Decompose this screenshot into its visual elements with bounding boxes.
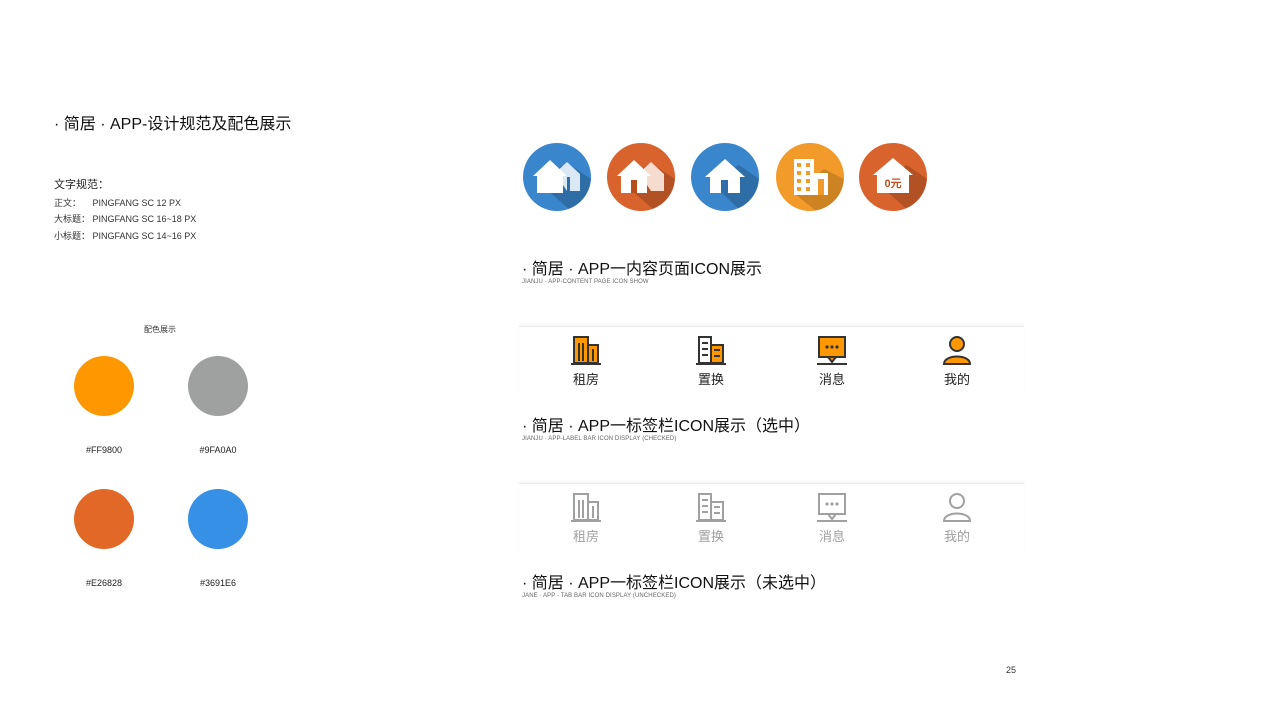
tab-message[interactable]: 消息 [792,333,872,388]
tab-profile[interactable]: 我的 [917,490,997,545]
house-icon [691,143,759,211]
color-code-orange: #FF9800 [85,445,123,455]
page-title: · 简居 · APP-设计规范及配色展示 [54,116,292,133]
content-icon-subtitle: JIANJU · APP-CONTENT PAGE ICON SHOW [522,279,649,285]
color-code-blue: #3691E6 [199,578,237,588]
tab-bar-unchecked: 租房 置换 消息 我的 [519,483,1024,554]
text-spec-heading: 文字规范： [54,179,109,191]
tab-checked-subtitle: JIANJU · APP-LABEL BAR ICON DISPLAY (CHE… [522,436,677,442]
spec-value: PINGFANG SC 14~16 PX [92,231,197,241]
tab-unchecked-subtitle: JANE · APP - TAB BAR ICON DISPLAY (UNCHE… [522,593,676,599]
house-pair-icon [523,143,591,211]
color-code-red-orange: #E26828 [85,578,123,588]
tab-exchange[interactable]: 置换 [671,490,751,545]
house-pair-icon [607,143,675,211]
building-icon [776,143,844,211]
text-spec-large-title: 大标题： PINGFANG SC 16~18 PX [54,212,196,225]
tab-label: 置换 [697,529,724,544]
rent-building-icon [571,493,601,522]
text-spec-body: 正文： PINGFANG SC 12 PX [54,196,181,209]
tab-bar-checked: 租房 置换 消息 我的 [519,326,1024,397]
message-icon [817,493,847,522]
tab-label: 置换 [697,372,724,387]
tab-label: 租房 [572,529,599,544]
tab-message[interactable]: 消息 [792,490,872,545]
page-number: 25 [1006,665,1017,675]
color-swatch-gray [188,356,248,416]
palette-title: 配色展示 [144,325,176,334]
user-icon [942,493,972,522]
tab-unchecked-title: · 简居 · APP一标签栏ICON展示（未选中） [522,575,827,592]
text-spec-small-title: 小标题： PINGFANG SC 14~16 PX [54,229,196,242]
exchange-building-icon [696,336,726,365]
color-swatch-blue [188,489,248,549]
color-swatch-red-orange [74,489,134,549]
rent-building-icon [571,336,601,365]
tab-checked-title: · 简居 · APP一标签栏ICON展示（选中） [522,418,811,435]
spec-value: PINGFANG SC 12 PX [92,198,182,208]
tab-label: 租房 [572,372,599,387]
tab-profile[interactable]: 我的 [917,333,997,388]
user-icon [942,336,972,365]
tab-exchange[interactable]: 置换 [671,333,751,388]
color-swatch-orange [74,356,134,416]
price-label: 0元 [884,177,901,190]
tab-label: 我的 [943,372,970,387]
content-icon-title: · 简居 · APP一内容页面ICON展示 [522,261,763,278]
color-code-gray: #9FA0A0 [199,445,237,455]
spec-label: 正文： [54,198,82,208]
tab-label: 消息 [818,529,845,544]
tab-rent[interactable]: 租房 [546,490,626,545]
message-icon [817,336,847,365]
spec-value: PINGFANG SC 16~18 PX [92,214,197,224]
tab-label: 消息 [818,372,845,387]
spec-label: 大标题： [54,214,91,224]
tab-rent[interactable]: 租房 [546,333,626,388]
spec-label: 小标题： [54,231,91,241]
exchange-building-icon [696,493,726,522]
tab-label: 我的 [943,529,970,544]
price-house-icon: 0元 [859,143,927,211]
